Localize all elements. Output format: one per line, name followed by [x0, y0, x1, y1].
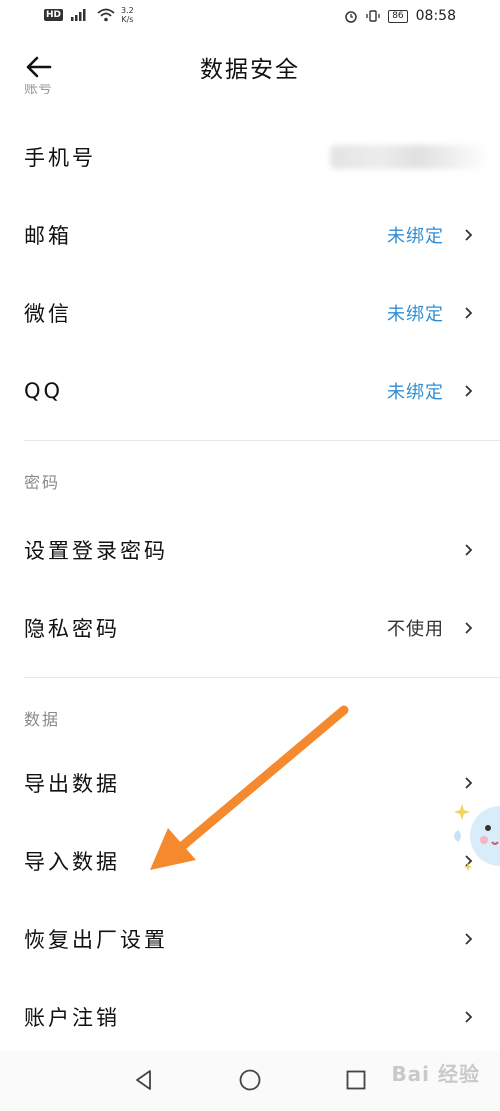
chevron-right-icon: [465, 229, 473, 241]
row-import-data[interactable]: 导入数据: [0, 822, 500, 900]
section-title-data: 数据: [24, 710, 61, 729]
row-label: 恢复出厂设置: [24, 928, 168, 952]
row-factory-reset[interactable]: 恢复出厂设置: [0, 900, 500, 978]
chevron-right-icon: [465, 1011, 473, 1023]
chevron-right-icon: [465, 622, 473, 634]
chevron-right-icon: [465, 307, 473, 319]
clock: 08:58: [415, 8, 456, 24]
chevron-right-icon: [465, 544, 473, 556]
row-label: QQ: [24, 379, 64, 403]
phone-number-redacted: [330, 145, 490, 169]
row-label: 设置登录密码: [24, 539, 168, 563]
nav-back-icon[interactable]: [132, 1068, 156, 1092]
row-phone[interactable]: 手机号: [0, 118, 500, 196]
chevron-right-icon: [465, 933, 473, 945]
bind-status: 未绑定: [387, 226, 444, 247]
mascot-sticker-icon[interactable]: [448, 790, 500, 880]
row-label: 导出数据: [24, 772, 120, 796]
row-privacy-password[interactable]: 隐私密码 不使用: [0, 589, 500, 667]
row-label: 隐私密码: [24, 617, 120, 641]
row-wechat[interactable]: 微信 未绑定: [0, 274, 500, 352]
row-label: 手机号: [24, 146, 96, 170]
row-export-data[interactable]: 导出数据: [0, 744, 500, 822]
title-bar: 数据安全: [0, 36, 500, 98]
row-label: 微信: [24, 302, 72, 326]
chevron-right-icon: [465, 777, 473, 789]
wifi-icon: [97, 8, 115, 22]
net-speed: 3.2 K/s: [121, 6, 134, 24]
row-set-login-password[interactable]: 设置登录密码: [0, 511, 500, 589]
row-label: 导入数据: [24, 850, 120, 874]
status-bar: HD 3.2 K/s 86 08:58: [0, 0, 500, 36]
battery-icon: 86: [388, 9, 408, 23]
section-divider: [24, 440, 500, 441]
bind-status: 未绑定: [387, 382, 444, 403]
row-email[interactable]: 邮箱 未绑定: [0, 196, 500, 274]
row-label: 邮箱: [24, 224, 72, 248]
page-title: 数据安全: [200, 57, 300, 83]
hd-badge: HD: [44, 9, 64, 21]
baidu-watermark: Bai 经验: [391, 1062, 480, 1086]
signal-icon: [71, 9, 86, 21]
nav-recents-icon[interactable]: [344, 1068, 368, 1092]
vibrate-icon: [366, 10, 380, 22]
nav-home-icon[interactable]: [238, 1068, 262, 1092]
row-qq[interactable]: QQ 未绑定: [0, 352, 500, 430]
section-title-password: 密码: [24, 473, 61, 492]
section-divider: [24, 677, 500, 678]
scrolled-section-title: 账号: [24, 84, 52, 97]
row-label: 账户注销: [24, 1006, 120, 1030]
alarm-icon: [345, 11, 357, 23]
bind-status: 未绑定: [387, 304, 444, 325]
privacy-password-status: 不使用: [387, 619, 444, 640]
row-delete-account[interactable]: 账户注销: [0, 978, 500, 1056]
chevron-right-icon: [465, 385, 473, 397]
